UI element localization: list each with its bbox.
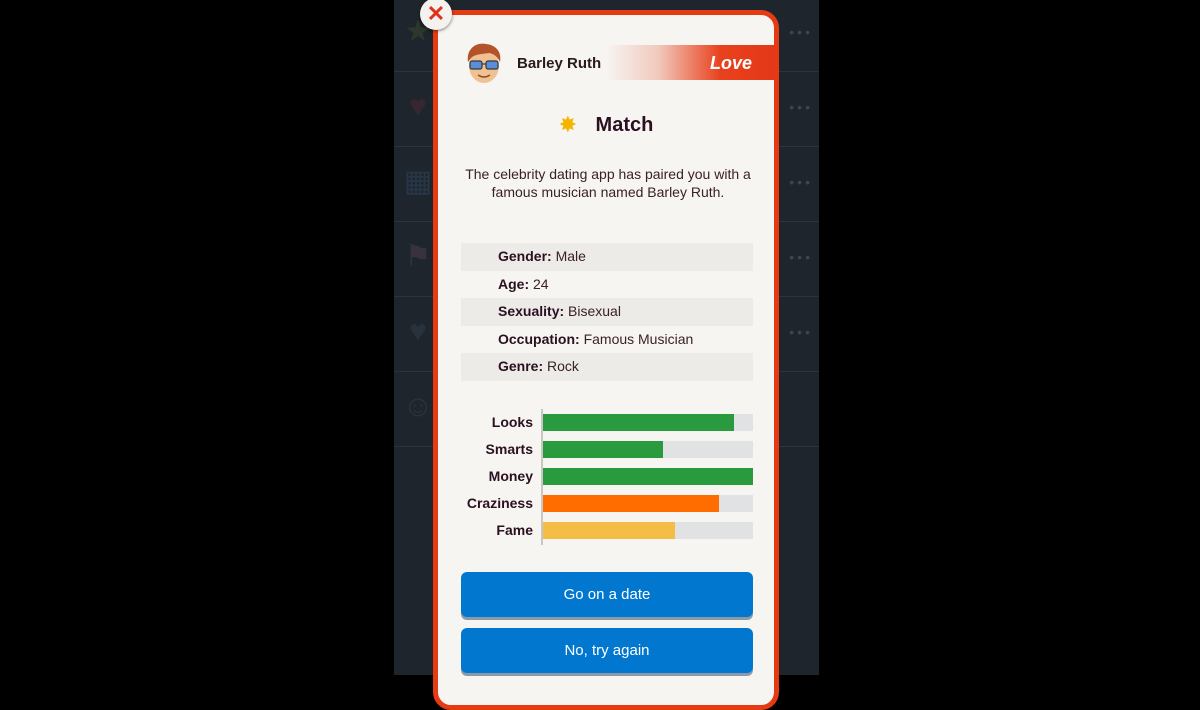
go-on-date-button[interactable]: Go on a date [461, 572, 753, 617]
stat-label: Smarts [485, 441, 533, 457]
devil-face-icon: ☺ [402, 390, 434, 423]
title-text: Match [595, 113, 654, 136]
stat-label: Money [488, 468, 533, 484]
stat-bar-track [543, 522, 753, 539]
stat-row-fame: Fame [461, 517, 753, 544]
modal-title: ✸ Match [433, 112, 779, 138]
rainbow-flag-icon: ⚑ [404, 240, 432, 273]
stat-bar-fill [543, 522, 676, 539]
stat-bar-fill [543, 468, 753, 485]
more-options-icon: ••• [789, 324, 813, 340]
info-row-sexuality: Sexuality: Bisexual [461, 298, 753, 326]
calendar-arrow-icon: ▦ [403, 165, 433, 198]
more-options-icon: ••• [789, 24, 813, 40]
stats-chart: Looks Smarts Money Craziness Fame [461, 409, 753, 545]
stat-row-looks: Looks [461, 409, 753, 436]
try-again-button[interactable]: No, try again [461, 628, 753, 673]
stat-label: Craziness [466, 495, 533, 511]
stat-row-money: Money [461, 463, 753, 490]
heart-icon: ♥ [409, 315, 427, 348]
more-options-icon: ••• [789, 249, 813, 265]
stat-bar-fill [543, 441, 663, 458]
stat-bar-fill [543, 495, 720, 512]
match-name: Barley Ruth [517, 55, 602, 72]
info-table: Gender: Male Age: 24 Sexuality: Bisexual… [461, 243, 753, 381]
stat-bar-track [543, 441, 753, 458]
avatar [467, 43, 501, 83]
stat-bar-track [543, 414, 753, 431]
heart-icon: ♥ [409, 90, 427, 123]
more-options-icon: ••• [789, 174, 813, 190]
sparkle-star-icon: ✸ [558, 112, 578, 137]
info-row-age: Age: 24 [498, 275, 549, 292]
stat-bar-track [543, 468, 753, 485]
more-options-icon: ••• [789, 99, 813, 115]
stat-label: Looks [491, 414, 533, 430]
stat-label: Fame [496, 522, 533, 538]
info-row-gender: Gender: Male [461, 243, 753, 271]
close-icon: ✕ [426, 1, 446, 26]
stat-bar-track [543, 495, 753, 512]
info-row-occupation: Occupation: Famous Musician [498, 330, 694, 347]
stat-row-craziness: Craziness [461, 490, 753, 517]
stat-bar-fill [543, 414, 735, 431]
match-description: The celebrity dating app has paired you … [465, 166, 751, 200]
stat-row-smarts: Smarts [461, 436, 753, 463]
info-row-genre: Genre: Rock [461, 353, 753, 381]
category-label: Love [709, 53, 752, 73]
